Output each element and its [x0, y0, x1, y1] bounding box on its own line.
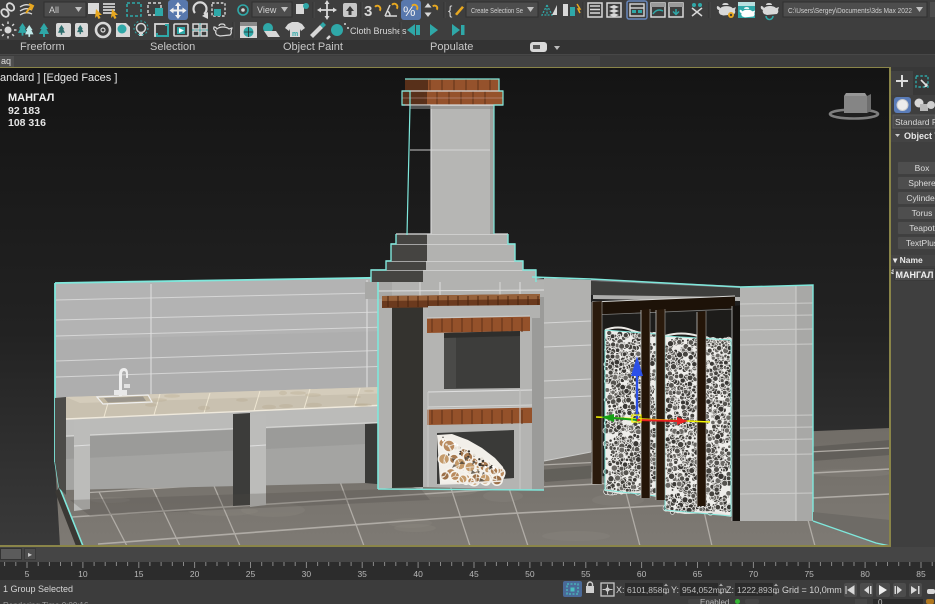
svg-text:1222,893m: 1222,893m [737, 585, 780, 595]
svg-text:40: 40 [413, 569, 423, 579]
svg-text:25: 25 [246, 569, 256, 579]
svg-text:МАНГАЛ: МАНГАЛ [8, 92, 54, 104]
svg-text:C:\Users\Sergey\Documents\3ds: C:\Users\Sergey\Documents\3ds Max 2022 [788, 6, 912, 15]
svg-text:20: 20 [190, 569, 200, 579]
svg-text:10: 10 [78, 569, 88, 579]
svg-text:Cloth Brushes: Cloth Brushes [350, 26, 407, 36]
svg-text:80: 80 [860, 569, 870, 579]
svg-text:View: View [257, 5, 277, 15]
svg-text:92 183: 92 183 [8, 105, 40, 117]
svg-text:35: 35 [357, 569, 367, 579]
svg-text:85: 85 [916, 569, 926, 579]
svg-text:70: 70 [749, 569, 759, 579]
svg-text:75: 75 [804, 569, 814, 579]
svg-text:60: 60 [637, 569, 647, 579]
svg-text:55: 55 [581, 569, 591, 579]
svg-text:X:: X: [616, 585, 625, 595]
svg-text:50: 50 [525, 569, 535, 579]
svg-text:5: 5 [25, 569, 30, 579]
svg-text:m: m [292, 31, 298, 38]
svg-text:Grid = 10,0mm: Grid = 10,0mm [782, 585, 842, 595]
svg-text:6101,858m: 6101,858m [627, 585, 670, 595]
svg-text:3: 3 [364, 3, 372, 20]
svg-text:65: 65 [693, 569, 703, 579]
svg-text:45: 45 [469, 569, 479, 579]
svg-text:{: { [448, 3, 453, 18]
svg-text:15: 15 [134, 569, 144, 579]
svg-text:andard ] [Edged Faces ]: andard ] [Edged Faces ] [0, 72, 117, 84]
svg-text:Y:: Y: [671, 585, 679, 595]
svg-text:954,052mm: 954,052mm [682, 585, 727, 595]
svg-text:Z:: Z: [726, 585, 734, 595]
svg-text:30: 30 [302, 569, 312, 579]
svg-text:Create Selection Se: Create Selection Se [471, 6, 523, 15]
svg-text:All: All [49, 5, 59, 15]
svg-text:108 316: 108 316 [8, 117, 46, 129]
